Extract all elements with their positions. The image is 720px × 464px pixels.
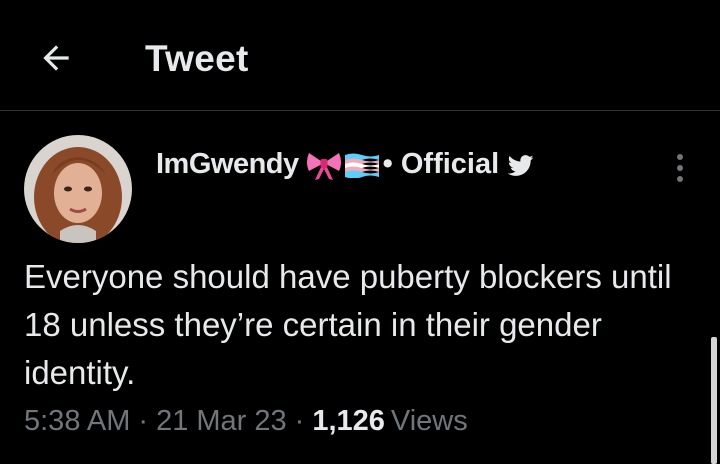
back-button[interactable] (30, 34, 82, 82)
tweet-meta: 5:38 AM · 21 Mar 23 · 1,126 Views (24, 405, 468, 438)
transgender-flag-icon (344, 153, 379, 178)
tweet-text: Everyone should have puberty blockers un… (24, 258, 672, 391)
tweet-date[interactable]: 21 Mar 23 (156, 405, 287, 438)
arrow-left-icon (43, 45, 69, 71)
author-name-link[interactable]: ImGwendy • Official (156, 148, 535, 181)
twitter-bird-icon (507, 154, 534, 176)
avatar[interactable] (24, 135, 132, 243)
top-header: Tweet (0, 0, 720, 111)
more-options-dot (677, 176, 683, 182)
page-title: Tweet (145, 38, 249, 79)
meta-separator: · (138, 405, 149, 437)
scrollbar[interactable] (711, 337, 717, 464)
tweet-detail-page: Tweet ImGwendy • Official Everyone shoul… (0, 0, 720, 464)
tweet-time[interactable]: 5:38 AM (24, 405, 130, 438)
more-options-button[interactable] (664, 150, 696, 186)
author-name-suffix: • Official (382, 148, 500, 180)
more-options-dot (677, 165, 683, 171)
views-label: Views (390, 405, 468, 437)
views-count[interactable]: 1,126 (312, 405, 385, 438)
author-display-name: ImGwendy (156, 148, 299, 180)
meta-separator: · (294, 405, 305, 437)
more-options-dot (677, 154, 683, 160)
ribbon-bow-icon (306, 152, 341, 180)
user-avatar (24, 135, 132, 243)
